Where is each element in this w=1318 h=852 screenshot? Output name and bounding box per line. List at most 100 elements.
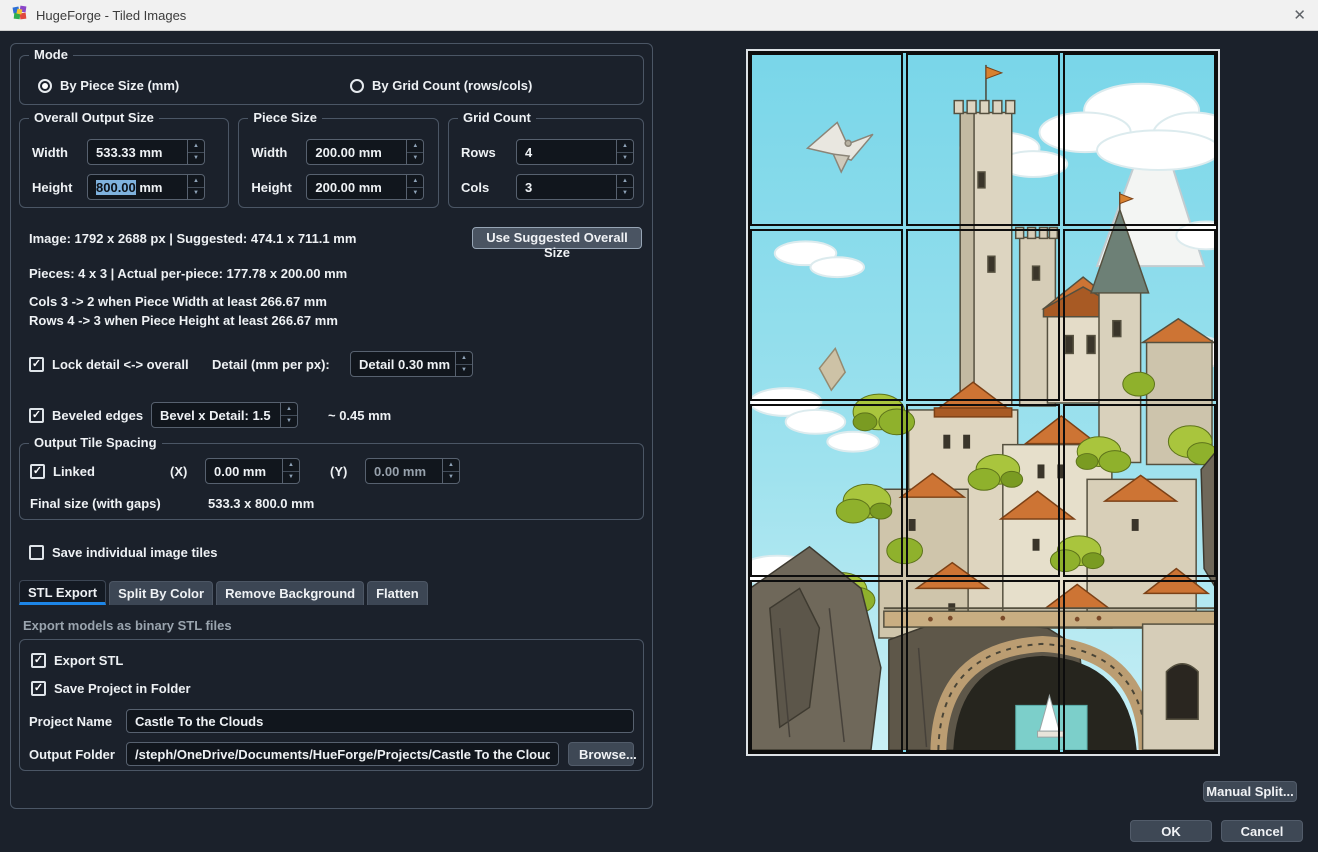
- save-tiles-checkbox[interactable]: Save individual image tiles: [29, 545, 644, 560]
- spin-down-icon[interactable]: ▼: [188, 188, 204, 200]
- image-suggested-info: Image: 1792 x 2688 px | Suggested: 474.1…: [29, 231, 356, 246]
- save-project-checkbox[interactable]: Save Project in Folder: [31, 681, 634, 696]
- lock-detail-row: Lock detail <-> overall Detail (mm per p…: [29, 351, 644, 377]
- spacing-y-spinbox[interactable]: 0.00 mm ▲ ▼: [365, 458, 460, 484]
- spin-down-icon[interactable]: ▼: [443, 472, 459, 484]
- spin-up-icon[interactable]: ▲: [443, 459, 459, 472]
- spin-up-icon[interactable]: ▲: [188, 175, 204, 188]
- save-tiles-label: Save individual image tiles: [52, 545, 217, 560]
- tile-cell[interactable]: [750, 229, 903, 402]
- linked-checkbox[interactable]: Linked: [30, 464, 170, 479]
- size-groups-row: Overall Output Size Width 533.33 mm ▲ ▼ …: [19, 118, 644, 208]
- use-suggested-size-button[interactable]: Use Suggested Overall Size: [472, 227, 642, 249]
- settings-panel: Mode By Piece Size (mm) By Grid Count (r…: [10, 43, 653, 809]
- piece-width-value: 200.00 mm: [307, 140, 406, 164]
- overall-width-row: Width 533.33 mm ▲ ▼: [29, 139, 219, 165]
- ok-button[interactable]: OK: [1130, 820, 1212, 842]
- radio-by-piece-label: By Piece Size (mm): [60, 78, 179, 93]
- tile-cell[interactable]: [906, 229, 1059, 402]
- spin-buttons: ▲ ▼: [616, 140, 633, 164]
- export-stl-checkbox[interactable]: Export STL: [31, 653, 634, 668]
- detail-spinbox[interactable]: Detail 0.30 mm ▲ ▼: [350, 351, 473, 377]
- overall-height-spinbox[interactable]: 800.00 mm ▲ ▼: [87, 174, 205, 200]
- piece-height-row: Height 200.00 mm ▲ ▼: [248, 174, 429, 200]
- piece-height-spinbox[interactable]: 200.00 mm ▲ ▼: [306, 174, 424, 200]
- detail-mm-per-px-label: Detail (mm per px):: [212, 357, 340, 372]
- close-icon[interactable]: ✕: [1293, 6, 1306, 24]
- spin-buttons: ▲ ▼: [616, 175, 633, 199]
- piece-height-label: Height: [248, 180, 298, 195]
- spin-buttons: ▲ ▼: [187, 140, 204, 164]
- lock-detail-label: Lock detail <-> overall: [52, 357, 189, 372]
- browse-button[interactable]: Browse...: [568, 742, 634, 766]
- suggested-size-row: Image: 1792 x 2688 px | Suggested: 474.1…: [29, 227, 642, 249]
- final-size-label: Final size (with gaps): [30, 496, 208, 511]
- spacing-group-title: Output Tile Spacing: [29, 435, 162, 450]
- project-name-input[interactable]: [126, 709, 634, 733]
- tab-stl-export[interactable]: STL Export: [19, 580, 106, 605]
- lock-detail-checkbox[interactable]: Lock detail <-> overall: [29, 357, 212, 372]
- mode-group: Mode By Piece Size (mm) By Grid Count (r…: [19, 55, 644, 105]
- output-folder-input[interactable]: [126, 742, 559, 766]
- tile-cell[interactable]: [906, 580, 1059, 753]
- tile-cell[interactable]: [1063, 580, 1216, 753]
- tile-cell[interactable]: [1063, 404, 1216, 577]
- tile-cell[interactable]: [1063, 229, 1216, 402]
- titlebar: HugeForge - Tiled Images ✕: [0, 0, 1318, 31]
- spin-down-icon[interactable]: ▼: [281, 416, 297, 428]
- checkbox-checked-icon: [31, 681, 46, 696]
- grid-cols-row: Cols 3 ▲ ▼: [458, 174, 634, 200]
- save-project-label: Save Project in Folder: [54, 681, 191, 696]
- spin-down-icon[interactable]: ▼: [407, 188, 423, 200]
- spin-up-icon[interactable]: ▲: [617, 140, 633, 153]
- spin-down-icon[interactable]: ▼: [188, 153, 204, 165]
- tile-cell[interactable]: [906, 53, 1059, 226]
- spin-up-icon[interactable]: ▲: [283, 459, 299, 472]
- piece-size-group: Piece Size Width 200.00 mm ▲ ▼ Height: [238, 118, 439, 208]
- bevel-row: Beveled edges Bevel x Detail: 1.5 ▲ ▼ ~ …: [29, 402, 644, 428]
- tab-split-by-color[interactable]: Split By Color: [109, 581, 213, 605]
- final-size-row: Final size (with gaps) 533.3 x 800.0 mm: [30, 496, 633, 511]
- spin-down-icon[interactable]: ▼: [617, 153, 633, 165]
- spin-down-icon[interactable]: ▼: [407, 153, 423, 165]
- radio-by-grid-count[interactable]: By Grid Count (rows/cols): [350, 78, 532, 93]
- tile-cell[interactable]: [750, 404, 903, 577]
- spin-up-icon[interactable]: ▲: [456, 352, 472, 365]
- cancel-button[interactable]: Cancel: [1221, 820, 1303, 842]
- spin-up-icon[interactable]: ▲: [617, 175, 633, 188]
- radio-by-piece-size[interactable]: By Piece Size (mm): [38, 78, 179, 93]
- tile-cell[interactable]: [1063, 53, 1216, 226]
- spin-buttons: ▲ ▼: [406, 140, 423, 164]
- tab-flatten[interactable]: Flatten: [367, 581, 428, 605]
- tile-cell[interactable]: [750, 53, 903, 226]
- final-size-value: 533.3 x 800.0 mm: [208, 496, 314, 511]
- spacing-x-spinbox[interactable]: 0.00 mm ▲ ▼: [205, 458, 300, 484]
- spin-up-icon[interactable]: ▲: [281, 403, 297, 416]
- spin-down-icon[interactable]: ▼: [456, 365, 472, 377]
- manual-split-button[interactable]: Manual Split...: [1203, 781, 1297, 802]
- spin-down-icon[interactable]: ▼: [283, 472, 299, 484]
- spin-up-icon[interactable]: ▲: [407, 140, 423, 153]
- checkbox-checked-icon: [31, 653, 46, 668]
- cols-hint: Cols 3 -> 2 when Piece Width at least 26…: [29, 294, 644, 309]
- tile-cell[interactable]: [750, 580, 903, 753]
- spin-up-icon[interactable]: ▲: [407, 175, 423, 188]
- spin-up-icon[interactable]: ▲: [188, 140, 204, 153]
- overall-width-spinbox[interactable]: 533.33 mm ▲ ▼: [87, 139, 205, 165]
- beveled-edges-checkbox[interactable]: Beveled edges: [29, 408, 151, 423]
- spin-down-icon[interactable]: ▼: [617, 188, 633, 200]
- spacing-x-label: (X): [170, 464, 197, 479]
- bevel-spinbox[interactable]: Bevel x Detail: 1.5 ▲ ▼: [151, 402, 298, 428]
- tile-cell[interactable]: [906, 404, 1059, 577]
- grid-rows-spinbox[interactable]: 4 ▲ ▼: [516, 139, 634, 165]
- tab-remove-background[interactable]: Remove Background: [216, 581, 364, 605]
- spin-buttons: ▲ ▼: [282, 459, 299, 483]
- overall-group-title: Overall Output Size: [29, 110, 159, 125]
- piece-width-spinbox[interactable]: 200.00 mm ▲ ▼: [306, 139, 424, 165]
- grid-cols-spinbox[interactable]: 3 ▲ ▼: [516, 174, 634, 200]
- spacing-y-value: 0.00 mm: [366, 459, 442, 483]
- grid-cols-value: 3: [517, 175, 616, 199]
- beveled-edges-label: Beveled edges: [52, 408, 143, 423]
- checkbox-unchecked-icon: [29, 545, 44, 560]
- piece-group-title: Piece Size: [248, 110, 322, 125]
